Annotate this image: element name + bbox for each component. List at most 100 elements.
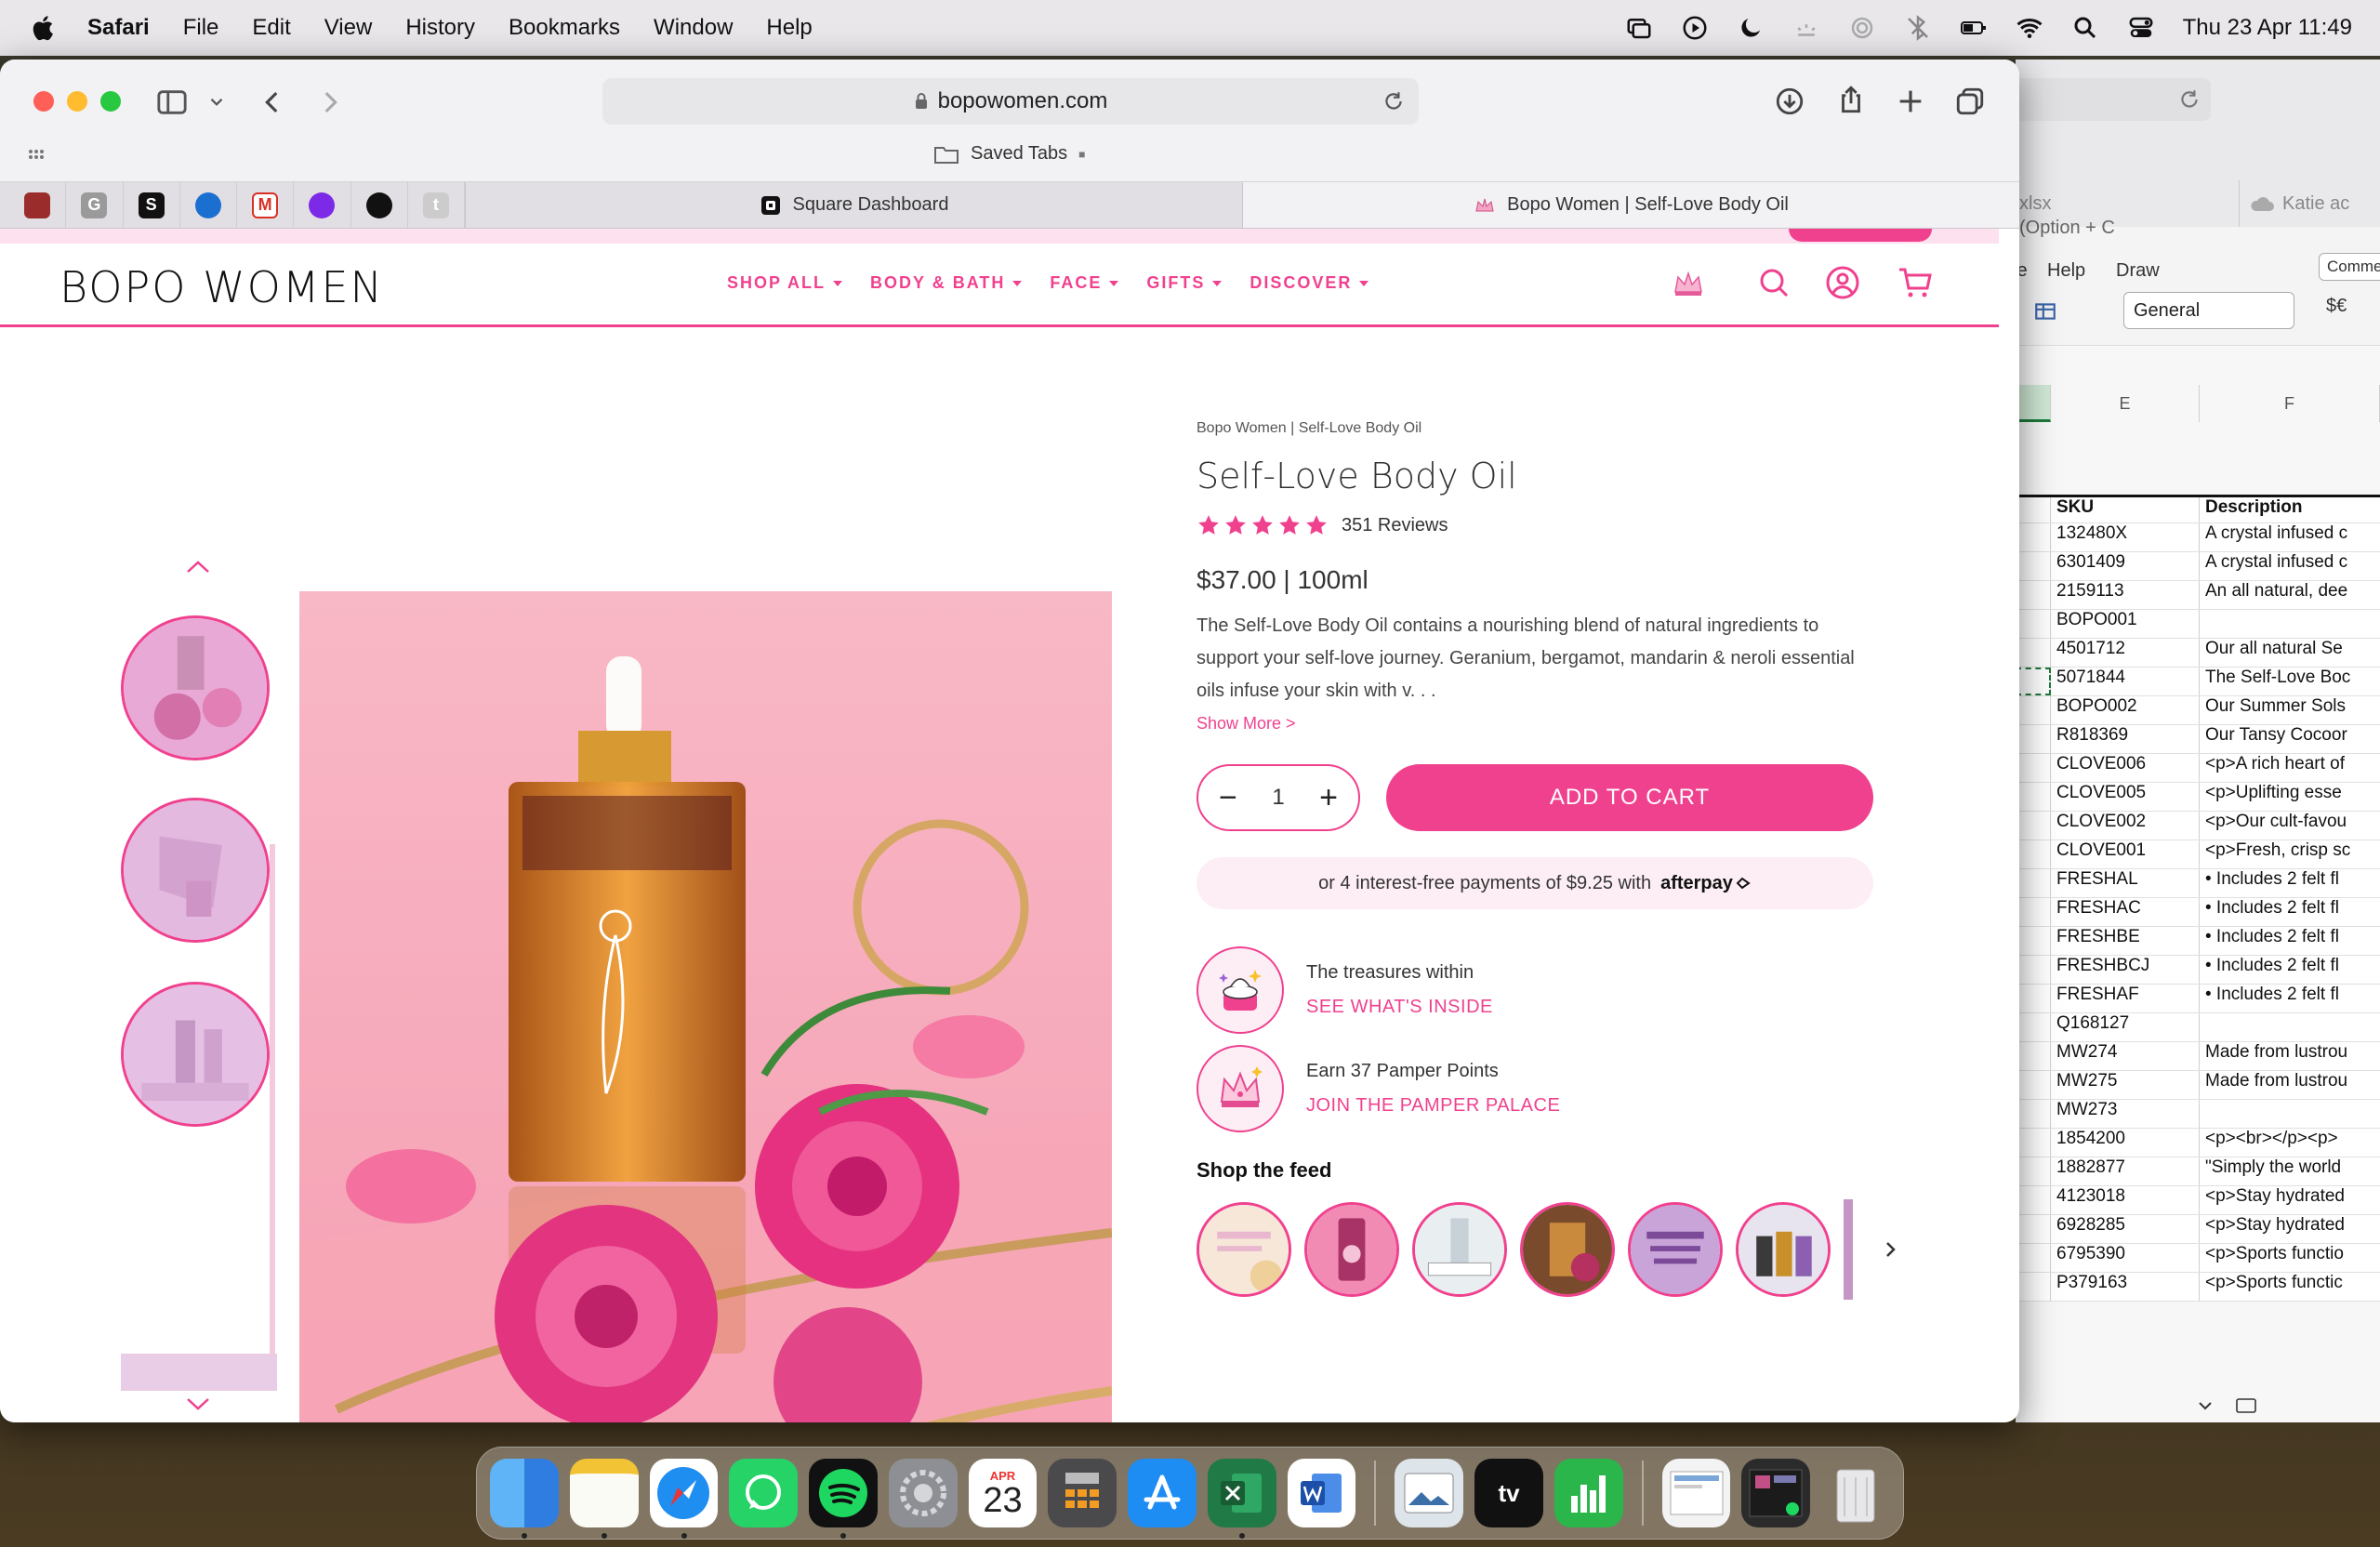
address-bar[interactable]: bopowomen.com [602,78,1419,125]
feed-post[interactable] [1197,1202,1291,1297]
sku-cell[interactable]: FRESHBCJ [2051,956,2200,984]
menu-window[interactable]: Window [654,15,733,41]
excel-tab-katie[interactable]: Katie ac [2239,180,2349,227]
now-playing-icon[interactable] [1681,14,1709,42]
gallery-thumbnail[interactable] [121,798,270,943]
screen-mirroring-icon[interactable] [1625,14,1653,42]
nav-shop-all[interactable]: SHOP ALL [727,273,843,293]
header-sku[interactable]: SKU [2051,497,2200,522]
sku-cell[interactable]: R818369 [2051,725,2200,753]
cell[interactable] [2016,898,2051,926]
finder-icon[interactable] [490,1459,559,1539]
cell[interactable] [2016,696,2051,724]
pinned-tab-g[interactable]: G [66,181,124,229]
cell[interactable] [2016,985,2051,1012]
cell[interactable] [2016,1100,2051,1128]
feed-post[interactable] [1520,1202,1615,1297]
cell[interactable] [2016,1186,2051,1214]
cell[interactable] [2016,956,2051,984]
tab-square-dashboard[interactable]: Square Dashboard [465,182,1242,228]
cell[interactable] [2016,1215,2051,1243]
cell[interactable] [2016,581,2051,609]
apple-tv-icon[interactable]: tv [1474,1459,1543,1527]
gallery-thumbnail-selected-peek[interactable] [121,1354,277,1391]
thumbnail-scrollbar[interactable] [270,844,275,1355]
sku-cell[interactable]: 4501712 [2051,639,2200,667]
back-icon[interactable] [257,86,288,118]
sku-cell[interactable]: FRESHBE [2051,927,2200,955]
cell[interactable] [2016,523,2051,551]
nav-discover[interactable]: DISCOVER [1250,273,1369,293]
apple-menu-icon[interactable] [28,12,60,44]
column-header-e[interactable]: E [2051,385,2200,422]
cell[interactable] [2016,1042,2051,1070]
chevron-down-icon[interactable] [206,91,227,112]
product-rating[interactable]: 351 Reviews [1197,513,1448,537]
chevron-down-icon[interactable] [185,1396,211,1411]
cell[interactable] [2016,812,2051,840]
airdrop-icon[interactable] [1848,14,1876,42]
table-format-icon[interactable] [2032,299,2058,324]
minimize-window-button[interactable] [67,91,87,112]
sku-cell[interactable]: CLOVE002 [2051,812,2200,840]
gallery-thumbnail[interactable] [121,982,270,1127]
description-cell[interactable]: • Includes 2 felt fl [2200,898,2356,926]
document-stack-icon[interactable] [1661,1459,1731,1527]
pinned-tab-canva[interactable] [294,181,351,229]
sku-cell[interactable]: 132480X [2051,523,2200,551]
header-description[interactable]: Description [2200,497,2356,522]
sku-cell[interactable]: BOPO001 [2051,610,2200,638]
calculator-icon[interactable] [1048,1459,1117,1527]
menu-bar-clock[interactable]: Thu 23 Apr 11:49 [2183,15,2352,41]
promo-pill[interactable] [1789,229,1932,242]
join-pamper-palace-link[interactable]: JOIN THE PAMPER PALACE [1306,1095,1560,1117]
ribbon-tab-help[interactable]: Help [2047,260,2085,282]
cell[interactable] [2016,1071,2051,1099]
feed-post[interactable] [1412,1202,1507,1297]
search-icon[interactable] [1755,264,1792,301]
tab-bopo-women[interactable]: Bopo Women | Self-Love Body Oil [1242,182,2019,228]
site-logo[interactable]: BOPO WOMEN [60,262,384,312]
description-cell[interactable] [2200,610,2356,638]
spotify-icon[interactable] [809,1459,878,1539]
reload-icon[interactable] [1382,89,1406,113]
notes-icon[interactable] [569,1459,639,1539]
recent-files-stack-icon[interactable] [1741,1459,1811,1527]
bluetooth-off-icon[interactable] [1904,14,1932,42]
trash-icon[interactable] [1821,1459,1890,1527]
comments-button[interactable]: Comments [2319,253,2380,281]
sku-cell[interactable]: 4123018 [2051,1186,2200,1214]
cell[interactable] [2016,1157,2051,1185]
cell[interactable] [2016,668,2051,695]
number-format-select[interactable]: General [2123,292,2294,329]
feed-post[interactable] [1736,1202,1831,1297]
downloads-icon[interactable] [1774,86,1805,117]
excel-icon[interactable] [1207,1459,1276,1539]
pinned-tab-t[interactable]: t [408,181,465,229]
sku-cell[interactable]: Q168127 [2051,1013,2200,1041]
menu-help[interactable]: Help [766,15,812,41]
numbers-icon[interactable] [1554,1459,1623,1527]
focus-moon-icon[interactable] [1737,14,1765,42]
cell[interactable] [2016,754,2051,782]
menu-view[interactable]: View [324,15,373,41]
calendar-icon[interactable]: APR 23 [968,1459,1038,1527]
sku-cell[interactable]: CLOVE005 [2051,783,2200,811]
saved-tabs-bookmark[interactable]: Saved Tabs ■ [933,143,1085,165]
nav-body-bath[interactable]: BODY & BATH [870,273,1023,293]
menu-app-name[interactable]: Safari [87,15,150,41]
description-cell[interactable]: <p>Uplifting esse [2200,783,2356,811]
description-cell[interactable] [2200,1100,2356,1128]
safari-icon[interactable] [649,1459,719,1539]
reload-icon[interactable] [2177,87,2202,112]
sku-cell[interactable]: MW275 [2051,1071,2200,1099]
description-cell[interactable]: <p>Sports functio [2200,1244,2356,1272]
cell[interactable] [2016,927,2051,955]
feed-post-peek[interactable] [1844,1199,1853,1300]
feed-post[interactable] [1304,1202,1399,1297]
menu-bookmarks[interactable]: Bookmarks [509,15,620,41]
grid-icon[interactable] [28,149,48,169]
description-cell[interactable]: <p><br></p><p> [2200,1129,2356,1157]
description-cell[interactable]: <p>Stay hydrated [2200,1215,2356,1243]
add-to-cart-button[interactable]: ADD TO CART [1386,764,1873,831]
